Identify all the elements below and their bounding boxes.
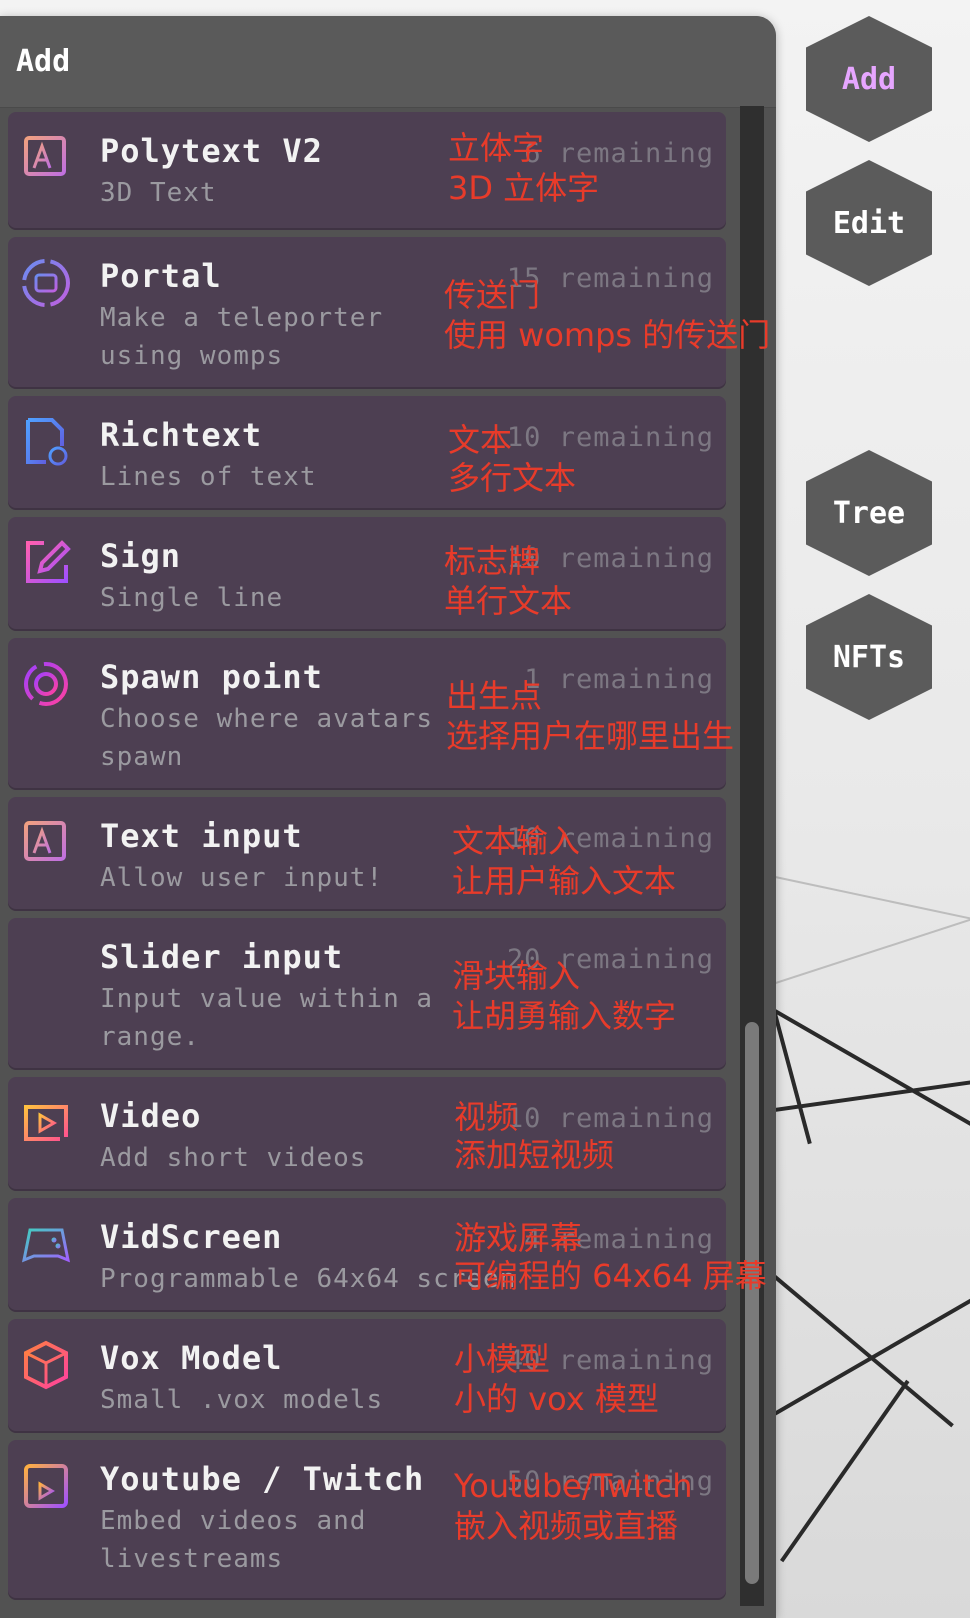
annotation-cn-title: 标志牌 (444, 542, 541, 580)
list-item-slider-input[interactable]: Slider input Input value within a range.… (8, 918, 726, 1070)
item-description: Make a teleporter using womps (100, 303, 384, 371)
list-item-vox-model[interactable]: Vox Model Small .vox models 40 remaining… (8, 1319, 726, 1433)
item-title: Text input (100, 817, 303, 855)
panel-title: Add (0, 16, 776, 108)
list-item-polytext[interactable]: Polytext V2 3D Text 6 remaining 立体字 3D 立… (8, 112, 726, 230)
item-description: 3D Text (100, 178, 217, 208)
list-item-richtext[interactable]: Richtext Lines of text 10 remaining 文本 多… (8, 396, 726, 510)
item-description: Choose where avatars spawn (100, 704, 434, 772)
annotation-cn-title: 立体字 (448, 129, 545, 167)
annotation-cn-desc: 单行文本 (444, 582, 573, 620)
annotation-cn-title: 视频 (454, 1098, 519, 1136)
annotation-cn-desc: 可编程的 64x64 屏幕 (454, 1257, 767, 1295)
text-input-icon (20, 817, 72, 869)
annotation-cn-title: 出生点 (446, 677, 543, 715)
item-title: Sign (100, 537, 182, 575)
annotation-cn-desc: 小的 vox 模型 (454, 1380, 659, 1418)
annotation-cn-desc: 让用户输入文本 (452, 862, 677, 900)
item-title: Portal (100, 257, 222, 295)
item-list: Polytext V2 3D Text 6 remaining 立体字 3D 立… (8, 112, 770, 1607)
annotation-cn-title: 文本 (448, 421, 513, 459)
item-description: Add short videos (100, 1143, 367, 1173)
item-title: Richtext (100, 416, 263, 454)
annotation-cn-title: 传送门 (444, 276, 541, 314)
annotation-cn-desc: 嵌入视频或直播 (454, 1507, 679, 1545)
item-description: Allow user input! (100, 863, 384, 893)
item-remaining: 6 remaining (524, 138, 714, 169)
gamepad-icon (20, 1218, 72, 1270)
item-title: Vox Model (100, 1339, 283, 1377)
item-description: Input value within a range. (100, 984, 434, 1052)
item-title: VidScreen (100, 1218, 283, 1256)
list-item-text-input[interactable]: Text input Allow user input! 10 remainin… (8, 797, 726, 911)
annotation-cn-desc: 多行文本 (448, 459, 577, 497)
list-item-portal[interactable]: Portal Make a teleporter using womps 15 … (8, 237, 770, 389)
annotation-cn-desc: 3D 立体字 (448, 169, 600, 207)
annotation-cn-title: 游戏屏幕 (454, 1219, 583, 1257)
text-frame-icon (20, 132, 72, 184)
portal-icon (20, 257, 72, 309)
list-item-vidscreen[interactable]: VidScreen Programmable 64x64 screen 4 re… (8, 1198, 767, 1312)
item-description: Single line (100, 583, 284, 613)
item-description: Small .vox models (100, 1385, 384, 1415)
item-description: Lines of text (100, 462, 317, 492)
item-remaining: 10 remaining (506, 422, 714, 453)
annotation-cn-desc: 使用 womps 的传送门 (444, 316, 771, 354)
list-item-sign[interactable]: Sign Single line 10 remaining 标志牌 单行文本 (8, 517, 726, 631)
item-title: Polytext V2 (100, 132, 323, 170)
vox-cube-icon (20, 1339, 72, 1391)
scrollbar-thumb[interactable] (745, 1022, 759, 1584)
item-title: Slider input (100, 938, 344, 976)
sign-edit-icon (20, 537, 72, 589)
annotation-cn-title: 滑块输入 (452, 957, 581, 995)
spawn-point-icon (20, 658, 72, 710)
annotation-cn-title: 小模型 (454, 1340, 551, 1378)
slider-icon (20, 938, 72, 990)
video-icon (20, 1097, 72, 1149)
stream-icon (20, 1460, 72, 1512)
richtext-icon (20, 416, 72, 468)
list-item-spawn-point[interactable]: Spawn point Choose where avatars spawn 1… (8, 638, 734, 790)
annotation-cn-title: Youtube/Twitch (454, 1467, 693, 1505)
item-description: Embed videos and livestreams (100, 1506, 367, 1574)
annotation-cn-desc: 选择用户在哪里出生 (446, 717, 735, 755)
item-title: Video (100, 1097, 202, 1135)
item-title: Youtube / Twitch (100, 1460, 425, 1498)
item-remaining: 1 remaining (524, 664, 714, 695)
item-title: Spawn point (100, 658, 323, 696)
annotation-cn-desc: 让胡勇输入数字 (452, 997, 677, 1035)
annotation-cn-desc: 添加短视频 (454, 1136, 615, 1174)
list-item-video[interactable]: Video Add short videos 10 remaining 视频 添… (8, 1077, 726, 1191)
list-item-youtube-twitch[interactable]: Youtube / Twitch Embed videos and livest… (8, 1440, 726, 1600)
annotation-cn-title: 文本输入 (452, 822, 581, 860)
item-remaining: 10 remaining (506, 1103, 714, 1134)
